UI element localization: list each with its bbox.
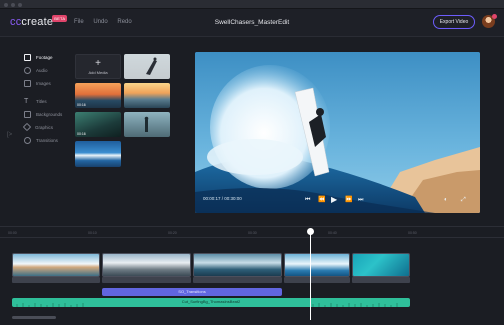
fast-forward-icon[interactable]: ⏩ xyxy=(345,196,352,204)
media-thumbnail[interactable] xyxy=(124,112,170,137)
media-thumbnail[interactable] xyxy=(124,54,170,79)
plus-icon: + xyxy=(95,57,101,69)
film-icon xyxy=(24,53,31,61)
skip-back-icon[interactable]: ⏮ xyxy=(305,196,310,204)
export-video-button[interactable]: Export Video xyxy=(433,15,475,29)
music-icon xyxy=(24,66,31,74)
logo-suffix: create xyxy=(21,16,54,28)
volume-icon[interactable]: ◐ xyxy=(444,196,448,204)
preview-frame xyxy=(195,52,480,213)
add-media-button[interactable]: + Add Media xyxy=(75,54,121,79)
timeline-ruler[interactable]: 00:00 00:10 00:20 00:30 00:40 00:50 xyxy=(0,226,504,240)
background-icon xyxy=(24,110,31,118)
text-icon: T xyxy=(24,97,29,105)
menu-file[interactable]: File xyxy=(74,19,84,25)
graphics-icon xyxy=(22,122,32,132)
sidebar-item-label: Graphics xyxy=(35,124,54,130)
playhead-line xyxy=(310,232,311,320)
app-logo[interactable]: cccreate BETA xyxy=(10,15,68,28)
playback-time: 00:00:17 / 00:30:00 xyxy=(203,196,242,201)
clip-duration: 00:16 xyxy=(77,132,86,136)
video-clip[interactable] xyxy=(12,253,100,277)
collapse-sidebar-icon[interactable]: [> xyxy=(7,132,12,138)
ruler-tick: 00:20 xyxy=(168,231,177,235)
sidebar-item-label: Transitions xyxy=(36,137,58,143)
sidebar-item-transitions[interactable]: Transitions xyxy=(24,135,58,145)
window-chrome xyxy=(0,0,504,9)
clip-audio-waveform xyxy=(284,277,350,283)
clip-audio-waveform xyxy=(12,277,100,283)
play-icon[interactable]: ▶ xyxy=(331,196,337,204)
sidebar-item-label: Audio xyxy=(36,67,48,73)
beta-badge: BETA xyxy=(52,15,68,22)
video-clip[interactable] xyxy=(352,253,410,277)
text-track-clip[interactable]: SO_Transitions xyxy=(102,288,282,296)
rewind-icon[interactable]: ⏪ xyxy=(318,196,325,204)
video-clip[interactable] xyxy=(102,253,191,277)
ruler-tick: 00:00 xyxy=(8,231,17,235)
ruler-tick: 00:30 xyxy=(248,231,257,235)
media-thumbnail[interactable]: 00:16 xyxy=(75,83,121,108)
window-minimize-dot[interactable] xyxy=(11,3,15,7)
audio-clip-label: Cut_SurfingBg_ThomasInsBeat2 xyxy=(181,299,241,304)
sidebar-item-footage[interactable]: Footage xyxy=(24,52,53,62)
ruler-divider xyxy=(0,237,504,238)
image-icon xyxy=(24,79,31,87)
video-preview[interactable] xyxy=(195,52,480,213)
media-thumbnail[interactable]: 00:16 xyxy=(75,112,121,137)
logo-prefix: cc xyxy=(10,16,22,28)
menu-bar: File Undo Redo xyxy=(74,19,140,25)
ruler-tick: 00:40 xyxy=(328,231,337,235)
sidebar-item-label: Backgrounds xyxy=(36,111,63,117)
add-media-label: Add Media xyxy=(88,69,108,75)
media-thumbnail[interactable] xyxy=(124,83,170,108)
sidebar-item-titles[interactable]: T Titles xyxy=(24,96,47,106)
media-thumbnail[interactable] xyxy=(75,141,121,167)
clip-audio-waveform xyxy=(193,277,282,283)
audio-track-clip[interactable]: Cut_SurfingBg_ThomasInsBeat2 xyxy=(12,298,410,307)
clip-audio-waveform xyxy=(352,277,410,283)
transition-icon xyxy=(24,136,31,144)
person-silhouette xyxy=(144,116,149,132)
sidebar-item-label: Footage xyxy=(36,54,53,60)
surfer-silhouette xyxy=(146,57,157,75)
video-clip[interactable] xyxy=(284,253,350,277)
window-close-dot[interactable] xyxy=(4,3,8,7)
playhead-handle[interactable] xyxy=(307,228,314,235)
menu-redo[interactable]: Redo xyxy=(117,19,131,25)
sidebar-item-backgrounds[interactable]: Backgrounds xyxy=(24,109,62,119)
ruler-tick: 00:10 xyxy=(88,231,97,235)
sidebar-item-graphics[interactable]: Graphics xyxy=(22,122,54,132)
sidebar-item-images[interactable]: Images xyxy=(24,78,51,88)
sidebar-item-label: Images xyxy=(36,80,51,86)
clip-duration: 00:16 xyxy=(77,103,86,107)
window-zoom-dot[interactable] xyxy=(18,3,22,7)
fullscreen-icon[interactable]: ⤢ xyxy=(461,196,466,204)
notification-dot xyxy=(492,14,497,19)
clip-audio-waveform xyxy=(102,277,191,283)
sidebar-item-label: Titles xyxy=(36,98,47,104)
ruler-tick: 00:50 xyxy=(408,231,417,235)
sidebar: Footage Audio Images T Titles Backgrounds… xyxy=(0,37,72,224)
sidebar-item-audio[interactable]: Audio xyxy=(24,65,48,75)
top-bar: cccreate BETA File Undo Redo SwellChaser… xyxy=(0,9,504,37)
avatar[interactable] xyxy=(482,14,497,28)
timeline-scrollbar[interactable] xyxy=(12,316,56,319)
skip-forward-icon[interactable]: ⏭ xyxy=(358,196,363,204)
video-clip[interactable] xyxy=(193,253,282,277)
menu-undo[interactable]: Undo xyxy=(93,19,107,25)
